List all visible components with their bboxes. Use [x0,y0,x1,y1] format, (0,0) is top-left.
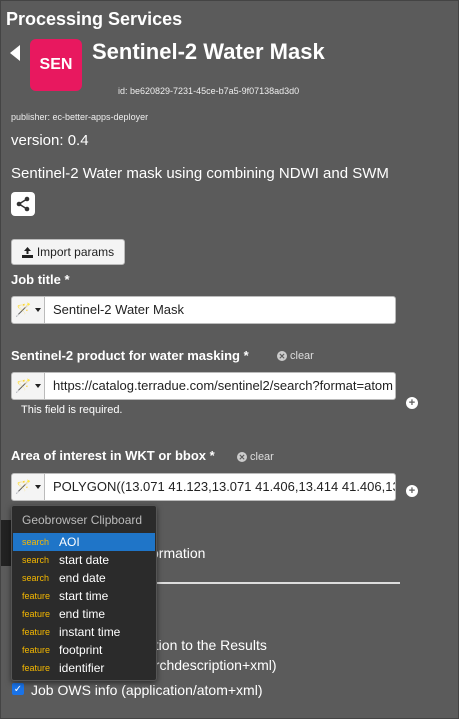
clear-icon: ✕ [277,351,287,361]
dropdown-item-identifier[interactable]: feature identifier [13,659,155,677]
magic-wand-icon: 🪄 [15,302,32,317]
dropdown-item-end-time[interactable]: feature end time [13,605,155,623]
item-name: AOI [59,535,80,549]
aoi-add-icon[interactable]: + [406,485,418,497]
aoi-clear-button[interactable]: ✕ clear [237,451,274,463]
item-name: instant time [59,625,121,639]
app-publisher: publisher: ec-better-apps-deployer [11,112,149,122]
dropdown-item-end-date[interactable]: search end date [13,569,155,587]
aoi-input[interactable]: POLYGON((13.071 41.123,13.071 41.406,13.… [44,473,396,501]
item-tag: feature [22,663,51,673]
import-params-label: Import params [36,245,115,259]
item-tag: search [22,555,50,565]
item-tag: feature [22,591,51,601]
clear-icon: ✕ [237,452,247,462]
dropdown-item-footprint[interactable]: feature footprint [13,641,155,659]
job-title-input[interactable]: Sentinel-2 Water Mask [44,296,396,324]
product-add-icon[interactable]: + [406,397,418,409]
magic-wand-icon: 🪄 [15,378,32,393]
aoi-label: Area of interest in WKT or bbox * [11,448,215,463]
product-clear-button[interactable]: ✕ clear [277,350,314,362]
app-logo: SEN [30,39,82,91]
upload-icon [21,246,33,258]
job-title-label: Job title * [11,272,70,287]
item-tag: search [22,573,50,583]
back-arrow-icon[interactable] [10,45,20,61]
dropdown-item-start-date[interactable]: search start date [13,551,155,569]
aoi-wand-button[interactable]: 🪄 [11,473,45,501]
product-clear-label: clear [290,350,314,362]
chevron-down-icon [34,308,41,312]
job-title-wand-button[interactable]: 🪄 [11,296,45,324]
import-params-button[interactable]: Import params [11,239,125,265]
ows-info-checkbox[interactable]: ✓ [12,683,24,695]
more-information-link[interactable]: ormation [151,545,205,561]
product-input[interactable]: https://catalog.terradue.com/sentinel2/s… [44,372,396,400]
panel-title: Processing Services [6,9,183,29]
item-name: end date [59,571,106,585]
dropdown-header: Geobrowser Clipboard [22,513,143,527]
share-button[interactable] [11,192,35,216]
results-option-label: ption to the Results [147,637,267,653]
chevron-down-icon [34,485,41,489]
item-tag: search [22,537,50,547]
app-version: version: 0.4 [11,132,89,149]
dropdown-item-instant-time[interactable]: feature instant time [13,623,155,641]
geobrowser-clipboard-dropdown: Geobrowser Clipboard search AOI search s… [11,505,157,681]
item-tag: feature [22,627,51,637]
dropdown-item-aoi[interactable]: search AOI [13,533,155,551]
item-name: end time [59,607,106,621]
app-title: Sentinel-2 Water Mask [92,39,325,64]
product-error-message: This field is required. [21,404,123,416]
item-name: start time [59,589,109,603]
product-wand-button[interactable]: 🪄 [11,372,45,400]
product-label: Sentinel-2 product for water masking * [11,348,249,363]
item-name: identifier [59,661,105,675]
aoi-clear-label: clear [250,451,274,463]
item-name: footprint [59,643,103,657]
chevron-down-icon [34,384,41,388]
app-id: id: be620829-7231-45ce-b7a5-9f07138ad3d0 [118,86,300,96]
item-tag: feature [22,645,51,655]
ows-info-label: Job OWS info (application/atom+xml) [31,682,263,698]
app-description: Sentinel-2 Water mask using combining ND… [11,165,389,182]
dropdown-item-start-time[interactable]: feature start time [13,587,155,605]
magic-wand-icon: 🪄 [15,479,32,494]
share-icon [16,196,30,212]
processing-services-panel: Processing Services SEN Sentinel-2 Water… [0,0,459,719]
item-name: start date [59,553,110,567]
search-description-label: archdescription+xml) [147,657,277,673]
item-tag: feature [22,609,51,619]
